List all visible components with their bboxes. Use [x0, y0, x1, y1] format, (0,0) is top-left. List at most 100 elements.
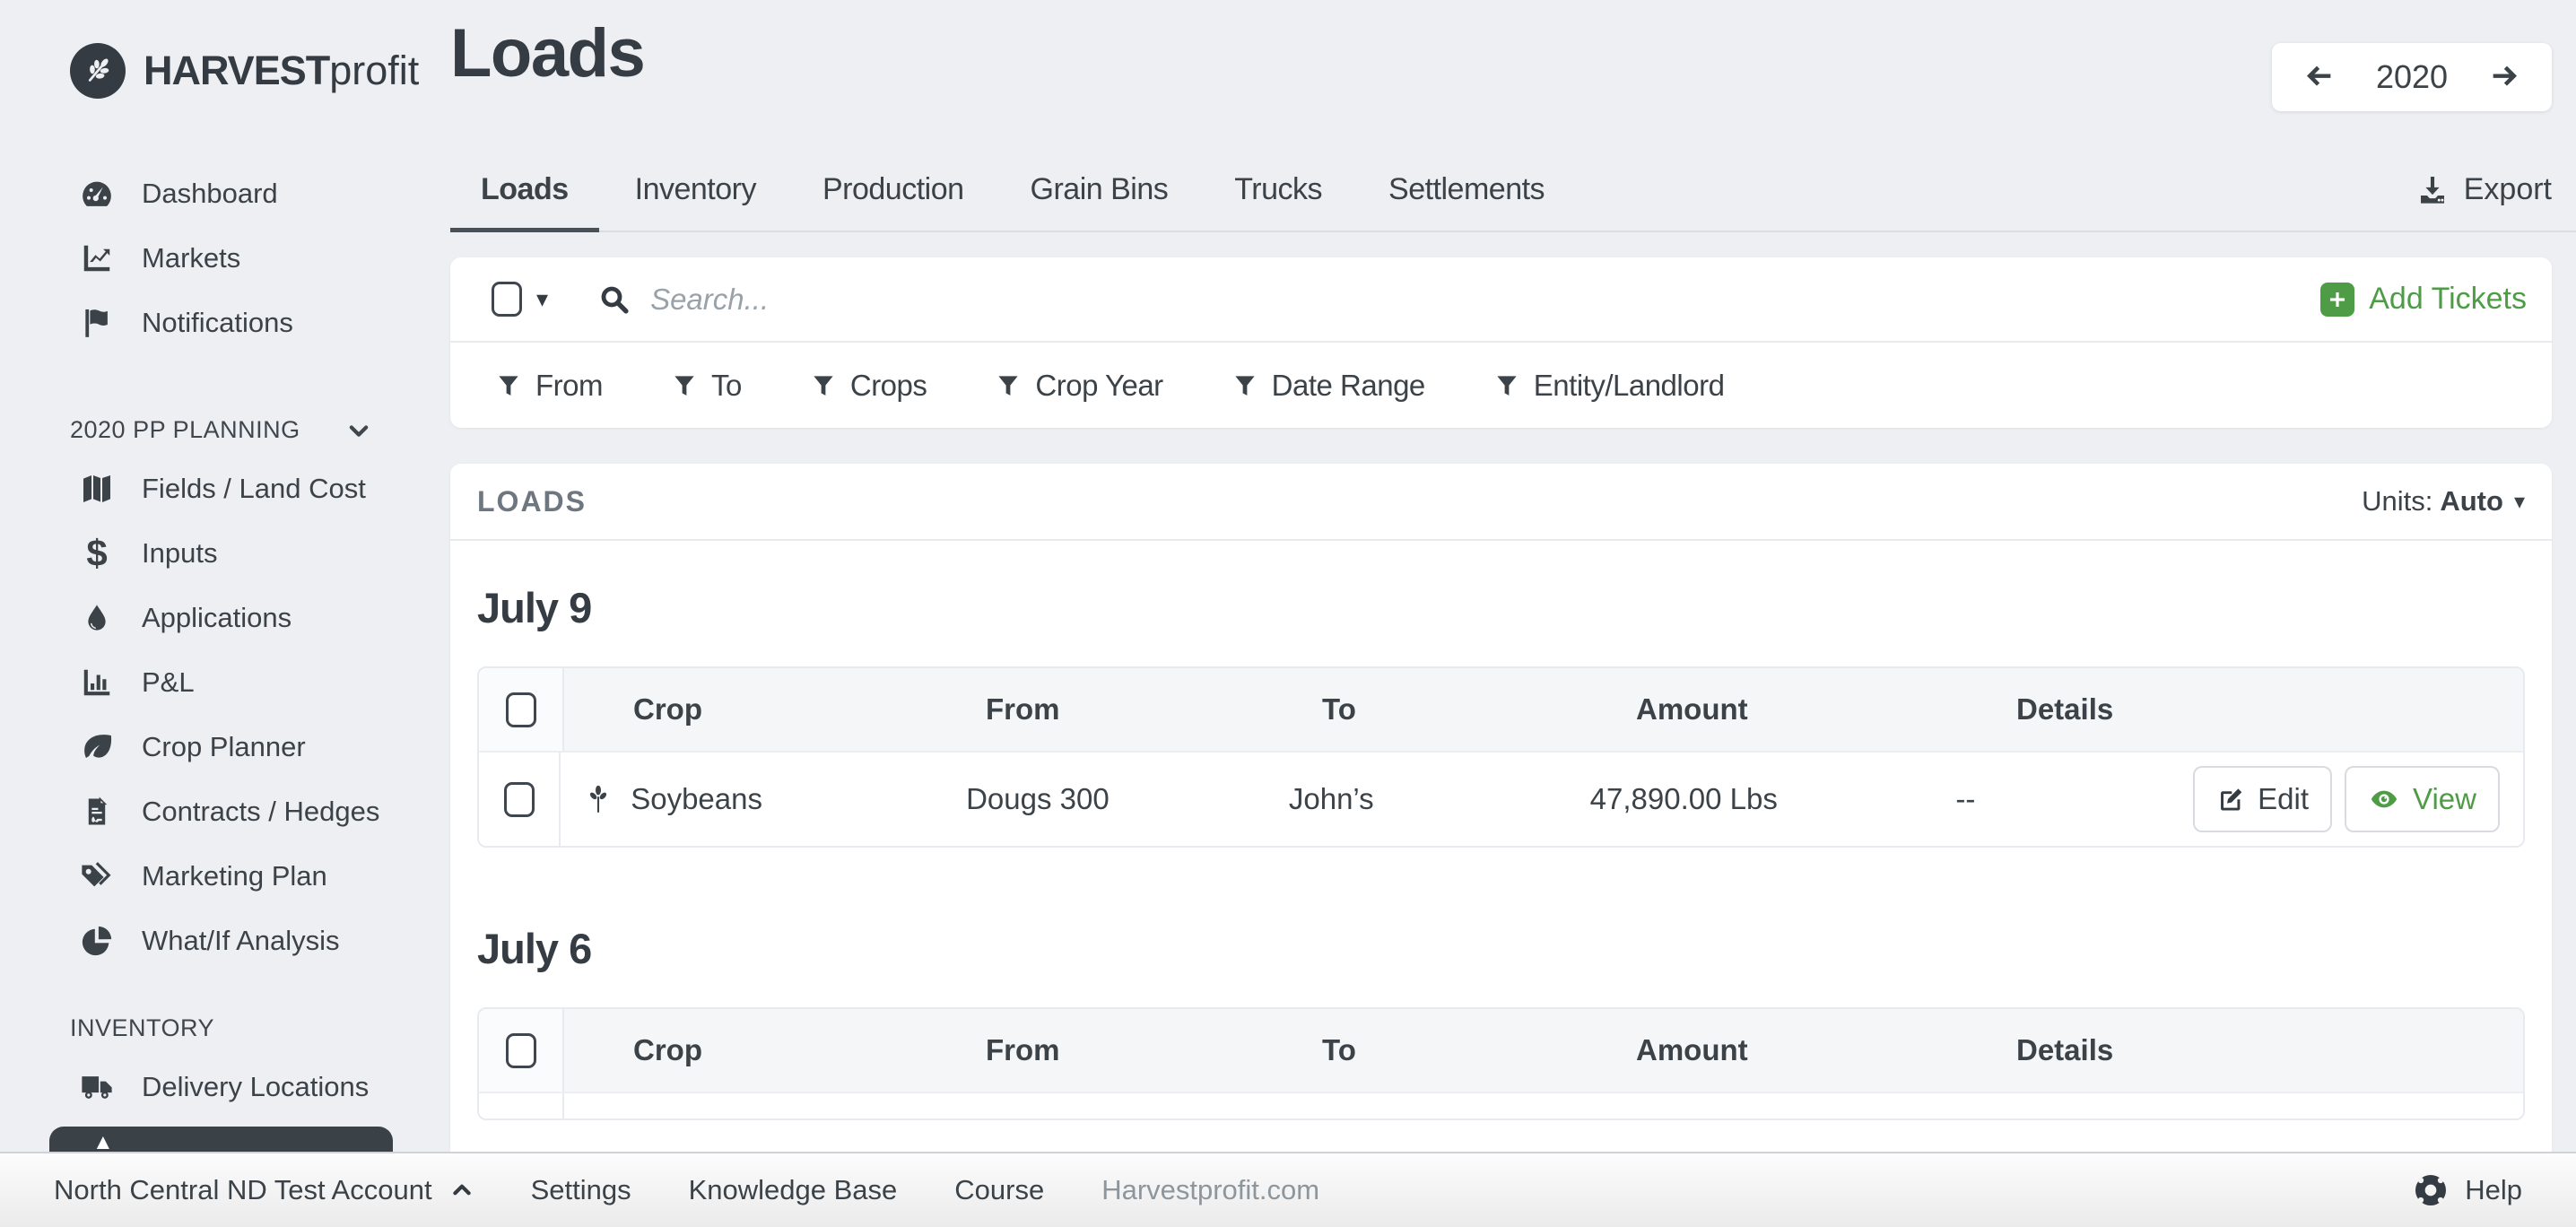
sidebar-item-label: Dashboard [142, 178, 278, 210]
table-row: Soybeans Dougs 300 John’s 47,890.00 Lbs … [479, 751, 2523, 846]
column-header-crop: Crop [564, 668, 986, 751]
filter-label: Date Range [1272, 369, 1425, 403]
sidebar-item-label: Fields / Land Cost [142, 473, 366, 505]
droplet-icon [77, 601, 117, 635]
page-title: Loads [450, 16, 2576, 91]
loads-panel: LOADS Units: Auto ▾ July 9 Crop From To … [450, 464, 2552, 1217]
year-label: 2020 [2376, 58, 2448, 96]
export-label: Export [2464, 172, 2552, 207]
column-header-details: Details [1995, 1009, 2264, 1092]
sidebar-item-label: Applications [142, 602, 292, 634]
sidebar-item-notifications[interactable]: Notifications [0, 291, 450, 355]
sidebar-item-label: P&L [142, 666, 195, 699]
sidebar-item-delivery-locations[interactable]: Delivery Locations [0, 1055, 450, 1119]
row-checkbox[interactable] [504, 782, 535, 817]
year-navigator: 2020 [2272, 43, 2552, 111]
main-content: Loads 2020 Loads Inventory Production Gr… [450, 0, 2576, 1227]
tabs-bar: Loads Inventory Production Grain Bins Tr… [450, 172, 2576, 232]
sidebar-item-pl[interactable]: P&L [0, 650, 450, 715]
sidebar-nav: Dashboard Markets Notifications [0, 161, 450, 355]
tab-grain-bins[interactable]: Grain Bins [1000, 172, 1199, 231]
view-button[interactable]: View [2345, 766, 2500, 832]
chart-line-icon [77, 241, 117, 275]
column-header-from: From [986, 1009, 1322, 1092]
brand-logo[interactable]: HARVESTprofit [70, 43, 450, 99]
sidebar-nav-planning: Fields / Land Cost $ Inputs Applications [0, 457, 450, 973]
sidebar-item-what-if-analysis[interactable]: What/If Analysis [0, 909, 450, 973]
footer-link-settings[interactable]: Settings [531, 1174, 631, 1206]
column-header-to: To [1322, 1009, 1636, 1092]
sidebar-item-dashboard[interactable]: Dashboard [0, 161, 450, 226]
tags-icon [77, 859, 117, 893]
footer-link-course[interactable]: Course [954, 1174, 1044, 1206]
header-checkbox[interactable] [506, 1033, 536, 1068]
column-header-from: From [986, 668, 1322, 751]
search-row: ▾ Add Tickets [450, 257, 2552, 343]
row-actions-cell: Edit View [2193, 753, 2523, 846]
brand-name-light: profit [329, 48, 419, 93]
tab-loads[interactable]: Loads [450, 172, 599, 231]
select-all-checkbox[interactable] [492, 282, 522, 317]
search-box [598, 283, 2320, 317]
sidebar-item-label: Inputs [142, 537, 217, 570]
edit-pencil-icon [2216, 785, 2245, 814]
wheat-logo-icon [70, 43, 126, 99]
sidebar-item-marketing-plan[interactable]: Marketing Plan [0, 844, 450, 909]
edit-button[interactable]: Edit [2193, 766, 2332, 832]
units-value: Auto [2440, 485, 2503, 518]
help-button[interactable]: Help [2413, 1172, 2522, 1208]
filter-label: Crops [850, 369, 927, 403]
next-year-arrow-icon[interactable] [2487, 59, 2523, 95]
filter-label: To [711, 369, 742, 403]
table-header-row: Crop From To Amount Details [479, 1009, 2523, 1092]
sidebar-item-markets[interactable]: Markets [0, 226, 450, 291]
tab-inventory[interactable]: Inventory [605, 172, 787, 231]
sidebar-item-label: What/If Analysis [142, 925, 340, 957]
life-ring-icon [2413, 1172, 2449, 1208]
sidebar-section-planning[interactable]: 2020 PP PLANNING [70, 416, 371, 444]
sidebar-item-inputs[interactable]: $ Inputs [0, 521, 450, 586]
sidebar-item-label: Contracts / Hedges [142, 796, 379, 828]
sidebar-item-fields-land-cost[interactable]: Fields / Land Cost [0, 457, 450, 521]
account-switcher[interactable]: North Central ND Test Account [54, 1174, 474, 1206]
add-tickets-button[interactable]: Add Tickets [2320, 282, 2527, 317]
funnel-icon [810, 371, 837, 400]
header-checkbox-cell [479, 1009, 564, 1092]
footer-link-knowledge-base[interactable]: Knowledge Base [689, 1174, 898, 1206]
from-cell: Dougs 300 [966, 753, 1289, 846]
footer-link-harvestprofit[interactable]: Harvestprofit.com [1101, 1174, 1319, 1206]
search-input[interactable] [650, 283, 1458, 317]
funnel-icon [1493, 371, 1520, 400]
amount-cell: 47,890.00 Lbs [1590, 753, 1935, 846]
sidebar-item-contracts-hedges[interactable]: Contracts / Hedges [0, 779, 450, 844]
export-button[interactable]: Export [2415, 172, 2552, 231]
units-selector[interactable]: Units: Auto ▾ [2362, 485, 2525, 518]
view-label: View [2413, 782, 2476, 816]
filter-entity-landlord[interactable]: Entity/Landlord [1493, 369, 1725, 403]
map-icon [77, 471, 117, 507]
filter-from[interactable]: From [495, 369, 603, 403]
header-checkbox[interactable] [506, 692, 536, 727]
sidebar-section-label: INVENTORY [70, 1014, 214, 1042]
tab-trucks[interactable]: Trucks [1204, 172, 1353, 231]
panel-title: LOADS [477, 485, 587, 518]
prev-year-arrow-icon[interactable] [2301, 59, 2337, 95]
leaf-icon [77, 729, 117, 765]
select-dropdown-caret-icon[interactable]: ▾ [536, 285, 548, 313]
sidebar-item-label: Delivery Locations [142, 1071, 369, 1103]
tab-production[interactable]: Production [792, 172, 995, 231]
funnel-icon [995, 371, 1022, 400]
filter-date-range[interactable]: Date Range [1231, 369, 1425, 403]
sidebar-item-label: Crop Planner [142, 731, 306, 763]
sidebar: HARVESTprofit Dashboard M [0, 0, 450, 1227]
sidebar-item-crop-planner[interactable]: Crop Planner [0, 715, 450, 779]
tab-settlements[interactable]: Settlements [1358, 172, 1575, 231]
filter-label: Entity/Landlord [1534, 369, 1725, 403]
search-filter-card: ▾ Add Tickets From [450, 257, 2552, 428]
filter-crops[interactable]: Crops [810, 369, 927, 403]
filter-label: Crop Year [1035, 369, 1162, 403]
filters-row: From To Crops Crop Year Date Range Entit… [450, 343, 2552, 428]
filter-crop-year[interactable]: Crop Year [995, 369, 1162, 403]
filter-to[interactable]: To [671, 369, 742, 403]
sidebar-item-applications[interactable]: Applications [0, 586, 450, 650]
